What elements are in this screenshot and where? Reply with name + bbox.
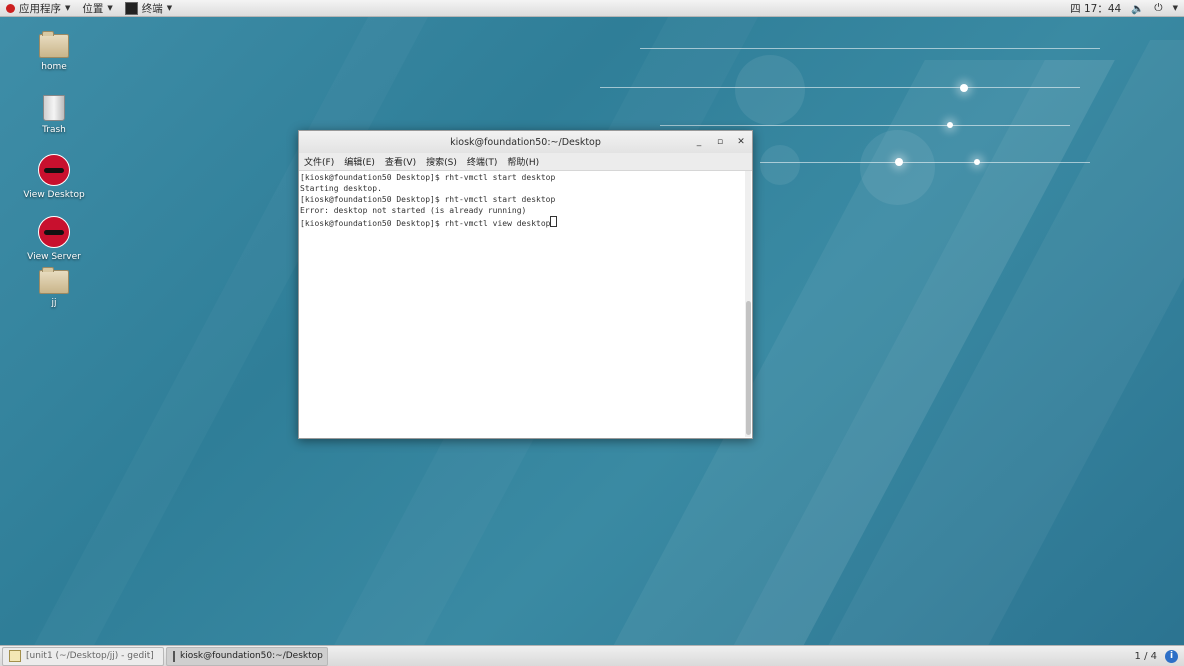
- desktop-icon-label: View Desktop: [23, 190, 85, 200]
- bg-glow-line: [640, 48, 1100, 49]
- bg-glow-line: [600, 87, 1080, 88]
- redhat-icon: [38, 154, 70, 186]
- desktop-icon-label: home: [41, 62, 67, 72]
- maximize-icon[interactable]: ▫: [713, 135, 727, 149]
- task-label: kiosk@foundation50:~/Desktop: [180, 651, 323, 661]
- bg-light-dot: [960, 84, 968, 92]
- window-titlebar[interactable]: kiosk@foundation50:~/Desktop _ ▫ ✕: [299, 131, 752, 153]
- desktop-icon-view-server[interactable]: View Server: [19, 216, 89, 262]
- terminal-line: [kiosk@foundation50 Desktop]$ rht-vmctl …: [300, 173, 556, 182]
- menu-search[interactable]: 搜索(S): [426, 155, 457, 168]
- bg-bokeh: [860, 130, 935, 205]
- desktop: 应用程序 ▼ 位置 ▼ 终端 ▼ 四 17：44 🔈 ⏻ ▼ home Tras…: [0, 0, 1184, 666]
- terminal-menubar: 文件(F) 编辑(E) 查看(V) 搜索(S) 终端(T) 帮助(H): [299, 153, 752, 171]
- terminal-line: [kiosk@foundation50 Desktop]$ rht-vmctl …: [300, 219, 551, 228]
- places-label: 位置: [82, 2, 104, 15]
- terminal-window[interactable]: kiosk@foundation50:~/Desktop _ ▫ ✕ 文件(F)…: [298, 130, 753, 439]
- desktop-icon-view-desktop[interactable]: View Desktop: [19, 154, 89, 200]
- minimize-icon[interactable]: _: [692, 135, 706, 149]
- bg-light-dot: [974, 159, 980, 165]
- menu-view[interactable]: 查看(V): [385, 155, 416, 168]
- task-terminal[interactable]: kiosk@foundation50:~/Desktop: [166, 646, 328, 666]
- trash-icon: [43, 95, 65, 121]
- desktop-icon-jj[interactable]: jj: [19, 266, 89, 308]
- workspace-area: 1 / 4 i: [1135, 646, 1178, 666]
- desktop-icon-label: View Server: [27, 252, 81, 262]
- redhat-logo-icon: [6, 3, 15, 13]
- desktop-icon-label: Trash: [42, 125, 66, 135]
- terminal-line: Error: desktop not started (is already r…: [300, 206, 527, 215]
- terminal-line: [kiosk@foundation50 Desktop]$ rht-vmctl …: [300, 195, 556, 204]
- desktop-icon-label: jj: [51, 298, 57, 308]
- system-tray: 四 17：44 🔈 ⏻ ▼: [1070, 0, 1178, 16]
- redhat-icon: [38, 216, 70, 248]
- clock[interactable]: 四 17：44: [1070, 1, 1121, 16]
- chevron-down-icon: ▼: [107, 4, 113, 12]
- home-folder-icon: [39, 31, 69, 58]
- folder-icon: [39, 267, 69, 294]
- terminal-scrollbar[interactable]: [745, 171, 751, 437]
- gedit-icon: [9, 650, 21, 662]
- scrollbar-thumb[interactable]: [746, 301, 751, 435]
- terminal-output[interactable]: [kiosk@foundation50 Desktop]$ rht-vmctl …: [299, 171, 744, 438]
- bg-bokeh: [735, 55, 805, 125]
- top-panel: 应用程序 ▼ 位置 ▼ 终端 ▼ 四 17：44 🔈 ⏻ ▼: [0, 0, 1184, 17]
- terminal-line: Starting desktop.: [300, 184, 382, 193]
- bg-glow-line: [660, 125, 1070, 126]
- menu-file[interactable]: 文件(F): [304, 155, 334, 168]
- task-gedit[interactable]: [unit1 (~/Desktop/jj) - gedit]: [2, 646, 164, 666]
- applications-label: 应用程序: [19, 2, 61, 15]
- menu-edit[interactable]: 编辑(E): [344, 155, 375, 168]
- chevron-down-icon: ▼: [166, 4, 173, 12]
- task-label: [unit1 (~/Desktop/jj) - gedit]: [26, 651, 154, 661]
- places-menu[interactable]: 位置 ▼: [76, 0, 118, 16]
- text-cursor: [550, 216, 558, 227]
- bg-light-dot: [895, 158, 903, 166]
- terminal-app-menu[interactable]: 终端 ▼: [119, 0, 178, 16]
- desktop-icon-trash[interactable]: Trash: [19, 93, 89, 135]
- window-title: kiosk@foundation50:~/Desktop: [450, 136, 601, 148]
- menu-terminal[interactable]: 终端(T): [467, 155, 498, 168]
- workspace-indicator[interactable]: 1 / 4: [1135, 651, 1157, 662]
- menu-help[interactable]: 帮助(H): [507, 155, 539, 168]
- chevron-down-icon[interactable]: ▼: [1173, 4, 1178, 12]
- chevron-down-icon: ▼: [65, 4, 71, 12]
- bottom-taskbar: [unit1 (~/Desktop/jj) - gedit] kiosk@fou…: [0, 645, 1184, 666]
- volume-icon[interactable]: 🔈: [1131, 2, 1144, 15]
- terminal-icon: [124, 1, 138, 15]
- power-icon[interactable]: ⏻: [1154, 2, 1162, 15]
- terminal-icon: [173, 650, 175, 662]
- terminal-app-label: 终端: [141, 2, 163, 15]
- applications-menu[interactable]: 应用程序 ▼: [0, 0, 76, 16]
- terminal-prompt-line: [kiosk@foundation50 Desktop]$ rht-vmctl …: [300, 216, 743, 229]
- notification-icon[interactable]: i: [1165, 649, 1178, 663]
- bg-light-dot: [947, 122, 953, 128]
- bg-bokeh: [760, 145, 800, 185]
- close-icon[interactable]: ✕: [734, 135, 748, 149]
- desktop-icon-home[interactable]: home: [19, 30, 89, 72]
